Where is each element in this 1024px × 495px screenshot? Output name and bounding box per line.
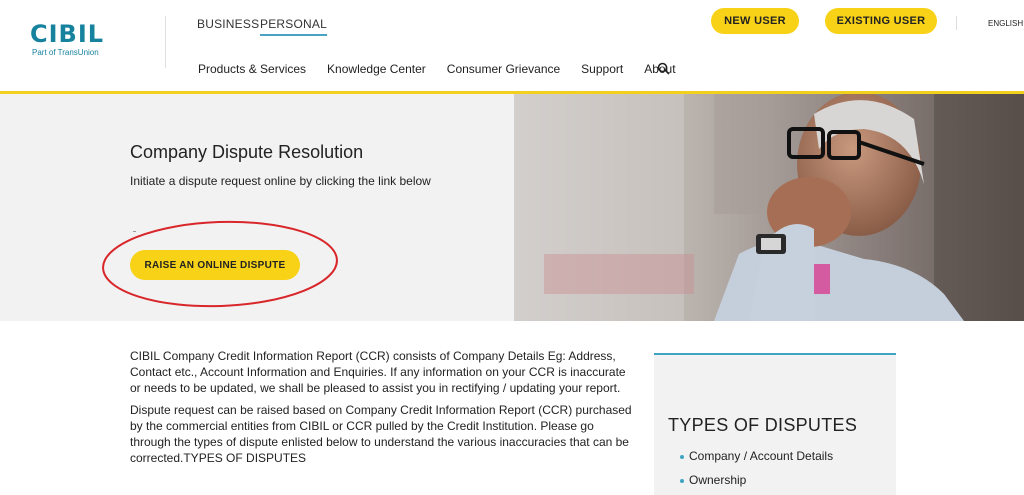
tab-business[interactable]: BUSINESS: [197, 17, 259, 31]
nav-consumer-grievance[interactable]: Consumer Grievance: [447, 62, 560, 76]
page-title: Company Dispute Resolution: [130, 142, 364, 162]
description-paragraph: Dispute request can be raised based on C…: [130, 403, 632, 465]
tab-personal[interactable]: PERSONAL: [260, 17, 327, 36]
site-header: CIBIL Part of TransUnion BUSINESS PERSON…: [0, 0, 1024, 92]
nav-products-services[interactable]: Products & Services: [198, 62, 306, 76]
hero-banner: Company Dispute Resolution Initiate a di…: [0, 94, 1024, 321]
new-user-button[interactable]: NEW USER: [711, 8, 799, 34]
main-nav: Products & Services Knowledge Center Con…: [198, 62, 697, 76]
existing-user-button[interactable]: EXISTING USER: [825, 8, 937, 34]
description-paragraph: CIBIL Company Credit Information Report …: [130, 349, 626, 395]
language-divider: [956, 16, 957, 30]
list-item[interactable]: Ownership: [680, 473, 833, 487]
dispute-types-list: Company / Account Details Ownership: [680, 449, 833, 495]
search-icon[interactable]: [657, 62, 670, 80]
description-text: CIBIL Company Credit Information Report …: [130, 348, 635, 472]
nav-knowledge-center[interactable]: Knowledge Center: [327, 62, 426, 76]
logo-text: CIBIL: [30, 20, 105, 48]
nav-support[interactable]: Support: [581, 62, 623, 76]
hero-photo: [514, 94, 1024, 321]
types-of-disputes-panel: TYPES OF DISPUTES Company / Account Deta…: [654, 353, 896, 495]
header-divider: [165, 16, 166, 68]
list-item[interactable]: Company / Account Details: [680, 449, 833, 463]
cibil-logo[interactable]: CIBIL Part of TransUnion: [30, 22, 104, 57]
sidebar-title: TYPES OF DISPUTES: [668, 415, 858, 435]
hero-subtitle: Initiate a dispute request online by cli…: [130, 174, 431, 188]
language-selector[interactable]: ENGLISH: [988, 19, 1023, 28]
annotation-ellipse: [102, 220, 338, 308]
logo-subtitle: Part of TransUnion: [32, 48, 99, 57]
